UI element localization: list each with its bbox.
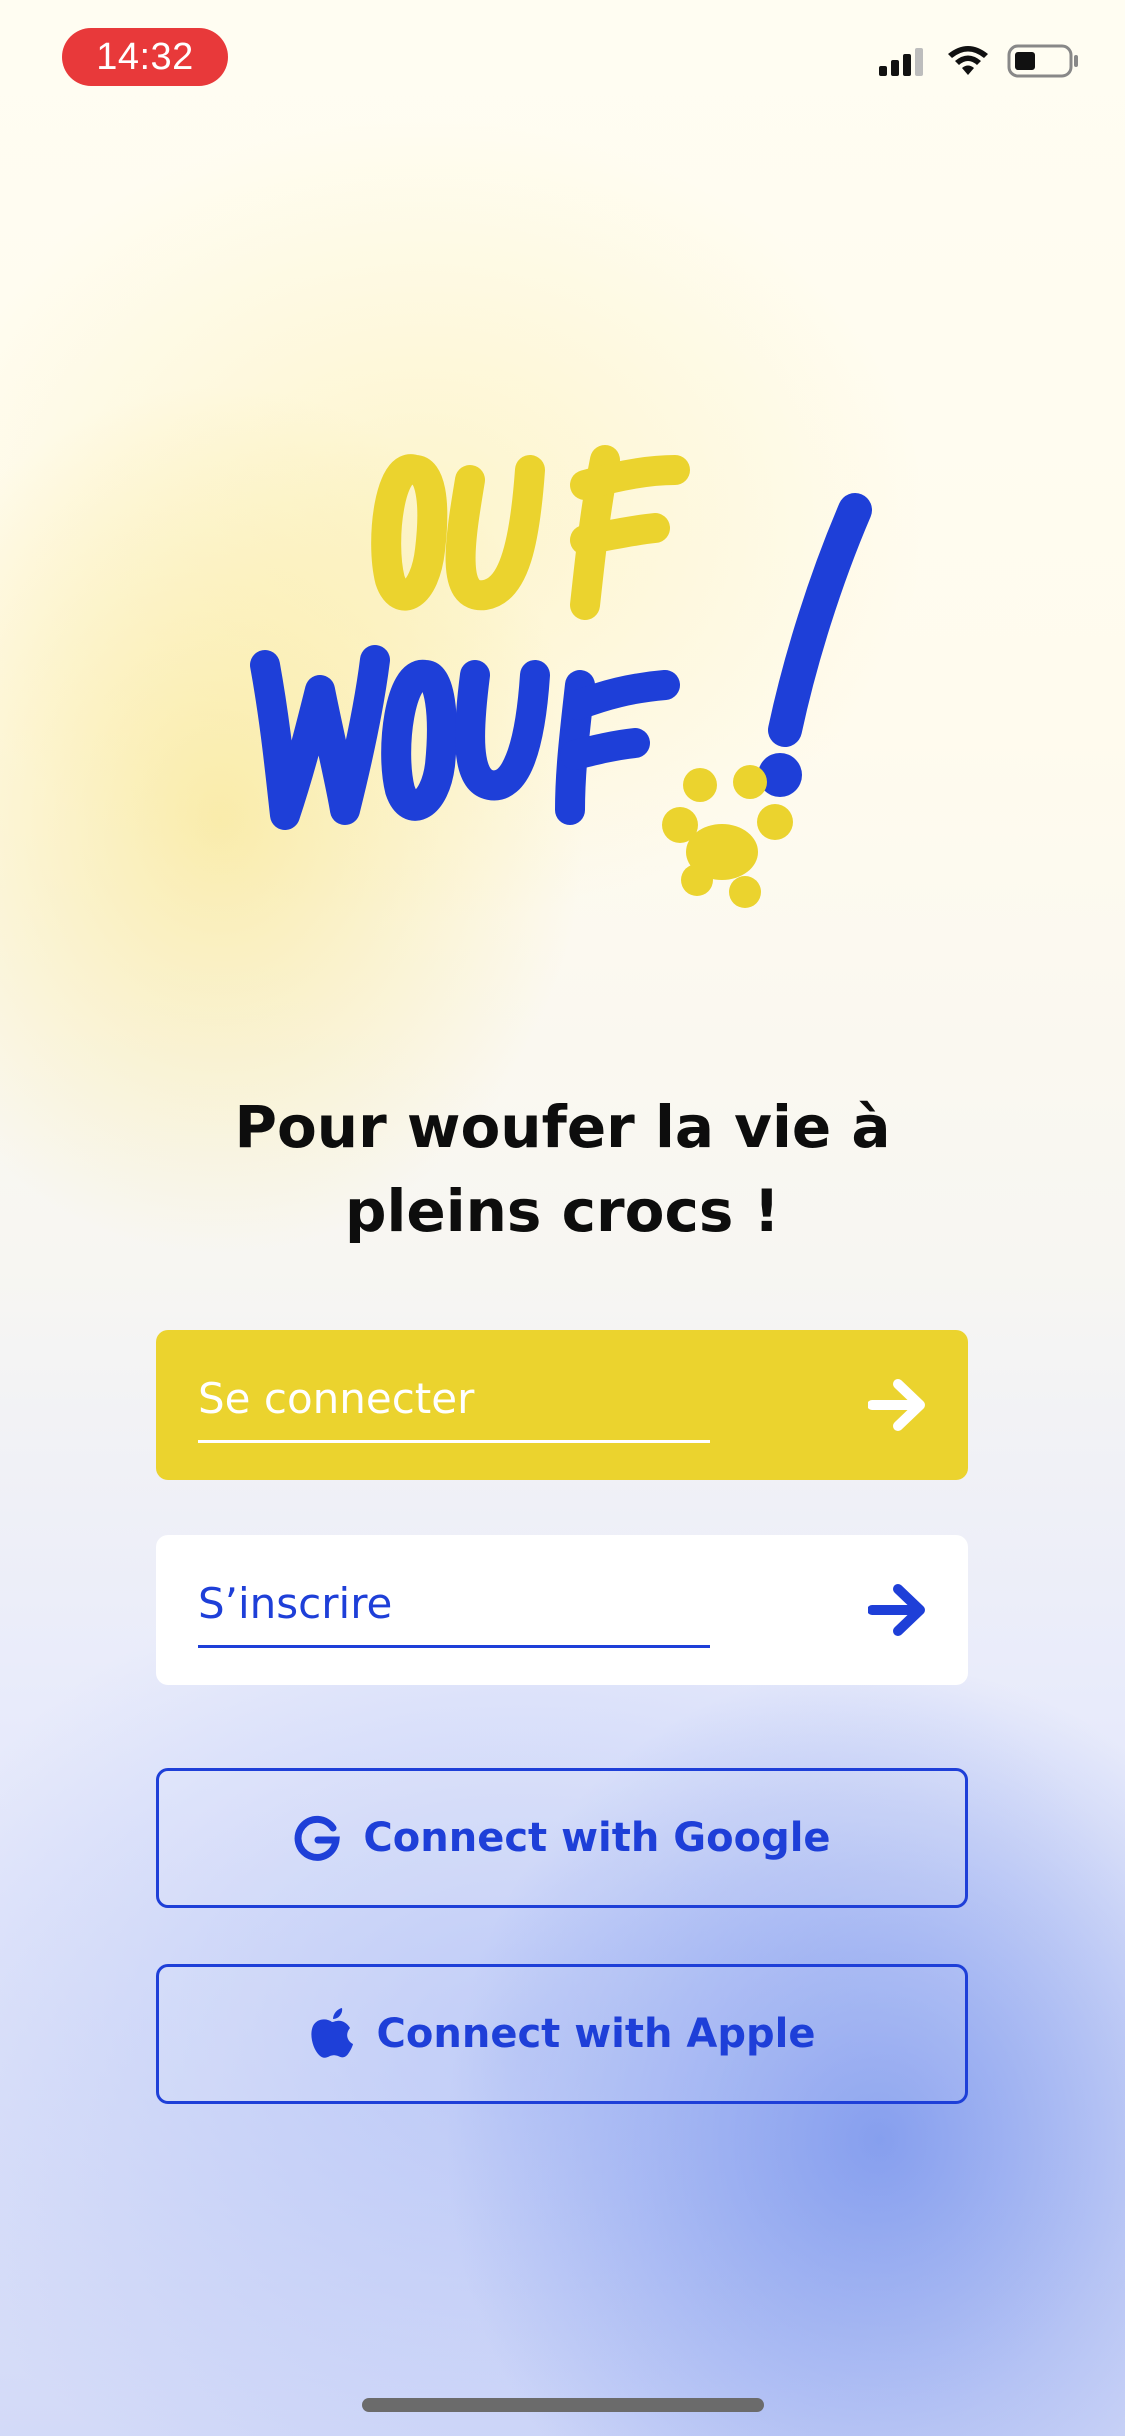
signup-label: S’inscrire — [198, 1579, 393, 1628]
tagline-line-1: Pour woufer la vie à — [234, 1093, 891, 1161]
google-connect-label: Connect with Google — [363, 1815, 831, 1861]
login-underline — [198, 1440, 710, 1443]
apple-connect-button[interactable]: Connect with Apple — [156, 1964, 968, 2104]
apple-icon — [310, 2008, 353, 2058]
signal-icon — [879, 48, 923, 76]
status-time: 14:32 — [62, 28, 228, 86]
arrow-right-icon — [868, 1584, 925, 1636]
tagline-line-2: pleins crocs ! — [345, 1177, 780, 1245]
google-connect-button[interactable]: Connect with Google — [156, 1768, 968, 1908]
google-icon — [295, 1815, 341, 1861]
login-button[interactable]: Se connecter — [156, 1330, 968, 1480]
apple-connect-label: Connect with Apple — [376, 2011, 816, 2057]
signup-underline — [198, 1645, 710, 1648]
status-icons — [879, 44, 1079, 78]
arrow-right-icon — [868, 1379, 925, 1431]
tagline: Pour woufer la vie à pleins crocs ! — [0, 1085, 1125, 1253]
wifi-icon — [948, 46, 988, 75]
ouf-wouf-logo — [250, 445, 872, 908]
battery-icon — [1007, 44, 1078, 78]
home-indicator[interactable] — [362, 2398, 764, 2412]
signup-button[interactable]: S’inscrire — [156, 1535, 968, 1685]
login-label: Se connecter — [198, 1374, 475, 1423]
